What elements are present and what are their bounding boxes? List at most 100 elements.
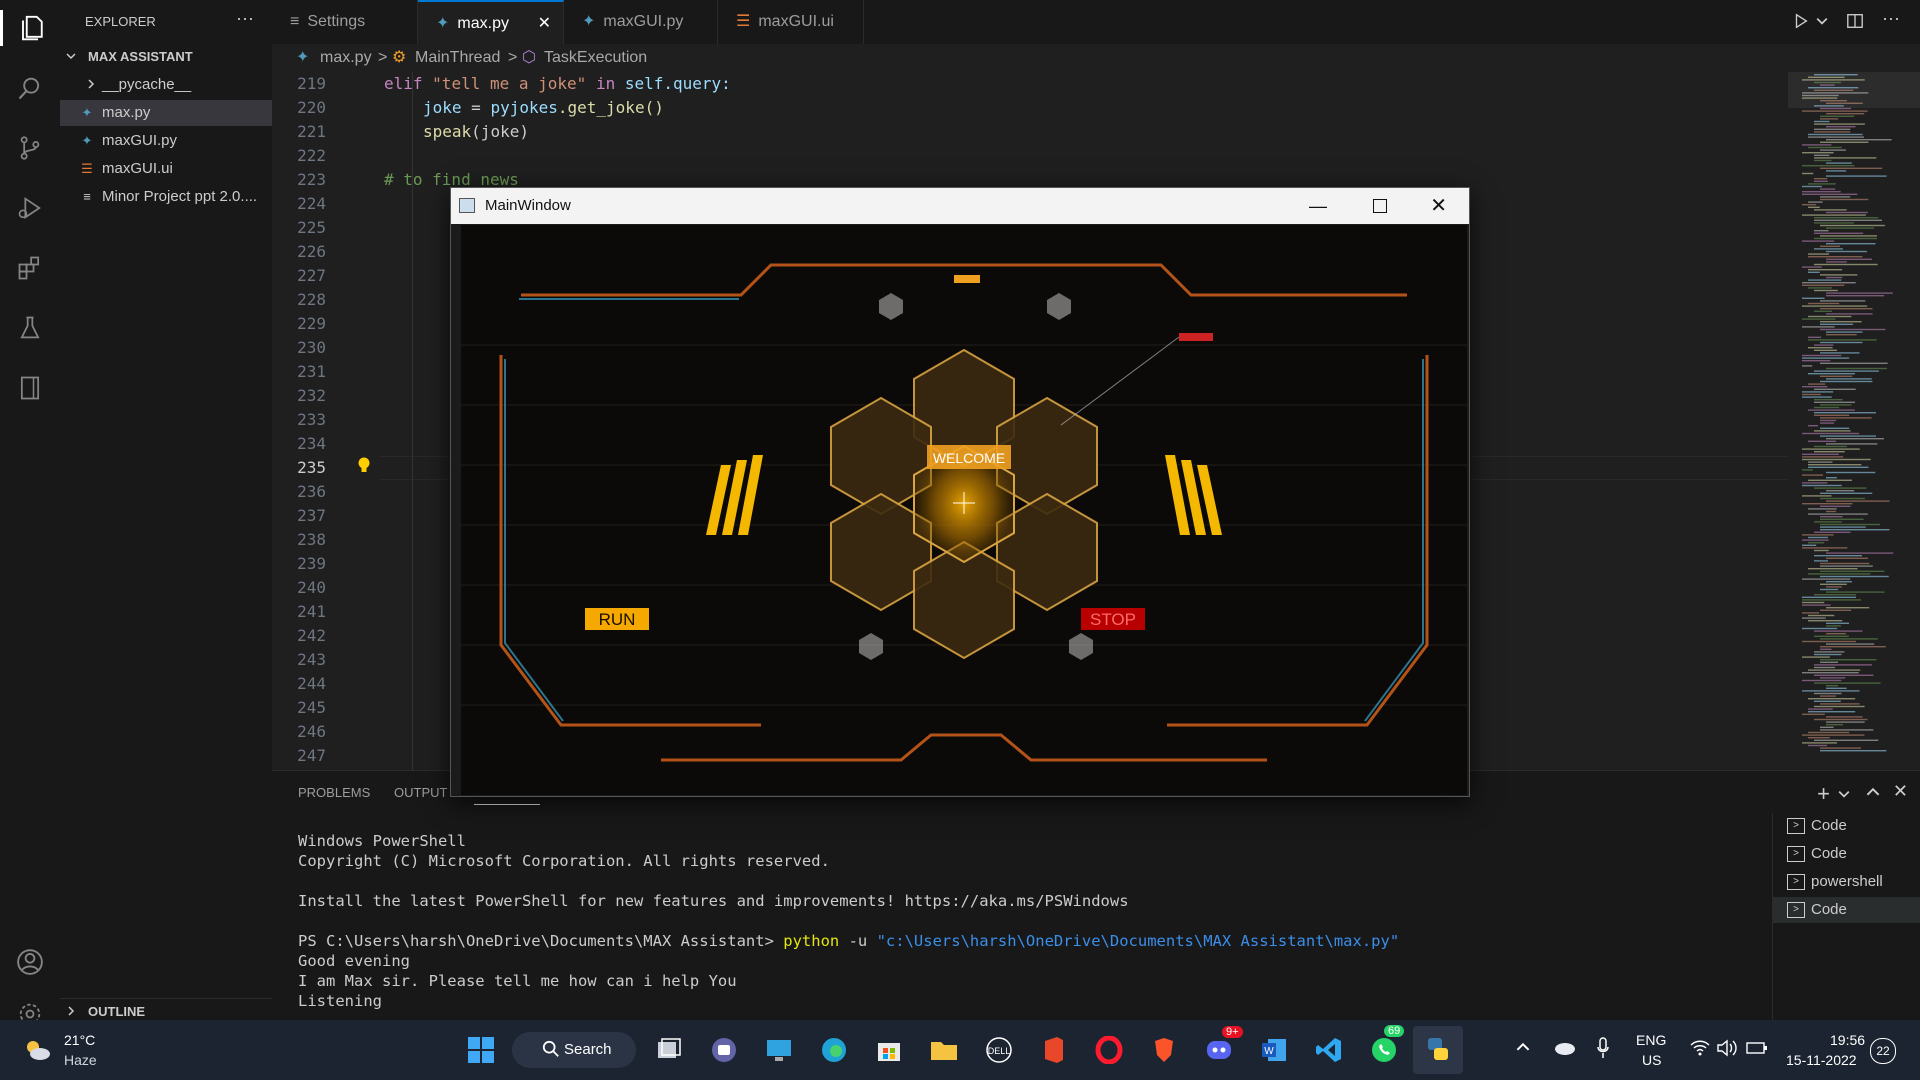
hud-graphic: WELCOME RUN STOP xyxy=(461,225,1467,795)
minimap[interactable] xyxy=(1788,72,1920,770)
tab-settings[interactable]: ≡ Settings xyxy=(272,0,418,44)
terminal-line: Windows PowerShell xyxy=(298,832,466,850)
language-label[interactable]: ENG xyxy=(1636,1032,1666,1048)
taskbar: 21°C Haze Search DELL 9+ W 69 ENG US 19:… xyxy=(0,1020,1920,1080)
bottom-panel: PROBLEMS OUTPUT TERMINAL JUPYTER DEBUG C… xyxy=(272,770,1920,1021)
line-number: 237 xyxy=(297,506,326,525)
breadcrumb-file[interactable]: max.py xyxy=(320,44,372,72)
window-title: MainWindow xyxy=(485,197,571,214)
source-control-icon[interactable] xyxy=(12,130,48,166)
breadcrumb-separator: > xyxy=(378,49,388,66)
explorer-icon[interactable] xyxy=(0,10,63,46)
tree-item-maxgui-py[interactable]: ✦ maxGUI.py xyxy=(60,128,272,154)
line-number: 234 xyxy=(297,434,326,453)
edge-browser-icon[interactable] xyxy=(815,1031,853,1069)
window-titlebar[interactable]: MainWindow — ✕ xyxy=(451,188,1469,224)
file-explorer-icon[interactable] xyxy=(925,1031,963,1069)
close-icon[interactable]: ✕ xyxy=(1430,188,1447,224)
vscode-icon[interactable] xyxy=(1310,1031,1348,1069)
terminal-icon: > xyxy=(1787,846,1805,863)
volume-icon[interactable] xyxy=(1716,1038,1738,1063)
python-app-button[interactable] xyxy=(1413,1026,1463,1074)
terminal-instance[interactable]: > Code xyxy=(1773,897,1920,923)
store-icon[interactable] xyxy=(870,1031,908,1069)
tab-maxgui-ui[interactable]: ☰ maxGUI.ui xyxy=(718,0,864,44)
line-number: 247 xyxy=(297,746,326,765)
region-label[interactable]: US xyxy=(1642,1052,1661,1068)
office-icon[interactable] xyxy=(1035,1031,1073,1069)
line-number: 228 xyxy=(297,290,326,309)
close-panel-icon[interactable]: ✕ xyxy=(1893,781,1908,802)
terminal-instance[interactable]: > powershell xyxy=(1773,869,1920,895)
window-app-icon xyxy=(459,198,475,213)
extensions-icon[interactable] xyxy=(12,250,48,286)
search-icon[interactable] xyxy=(12,70,48,106)
windows-start-icon[interactable] xyxy=(462,1031,500,1069)
class-icon: ⚙ xyxy=(392,49,407,66)
text-file-icon: ≡ xyxy=(83,189,91,204)
line-number: 241 xyxy=(297,602,326,621)
tree-item-ppt[interactable]: ≡ Minor Project ppt 2.0.... xyxy=(60,184,272,210)
terminal-list: > Code > Code > powershell > Code xyxy=(1772,813,1920,1021)
project-name: MAX ASSISTANT xyxy=(88,49,193,64)
account-icon[interactable] xyxy=(12,944,48,980)
teams-chat-icon[interactable] xyxy=(705,1031,743,1069)
opera-icon[interactable] xyxy=(1090,1031,1128,1069)
chevron-down-icon[interactable] xyxy=(1816,14,1828,32)
python-file-icon: ✦ xyxy=(436,15,450,32)
tree-item-max-py[interactable]: ✦ max.py xyxy=(60,100,272,126)
project-folder[interactable]: MAX ASSISTANT xyxy=(60,44,272,70)
wifi-icon[interactable] xyxy=(1690,1040,1710,1061)
close-tab-icon[interactable]: ✕ xyxy=(538,2,551,46)
search-box[interactable]: Search xyxy=(512,1032,636,1068)
clock-time[interactable]: 19:56 xyxy=(1830,1032,1865,1048)
terminal-instance[interactable]: > Code xyxy=(1773,841,1920,867)
chevron-right-icon xyxy=(86,72,102,98)
terminal-line: PS C:\Users\harsh\OneDrive\Documents\MAX… xyxy=(298,932,1400,950)
chevron-up-icon[interactable] xyxy=(1516,1040,1530,1059)
chevron-down-icon[interactable] xyxy=(1838,787,1850,805)
tab-output[interactable]: OUTPUT xyxy=(394,785,447,800)
notebook-icon[interactable] xyxy=(12,370,48,406)
hud-canvas: WELCOME RUN STOP xyxy=(461,225,1467,795)
more-actions-icon[interactable]: ··· xyxy=(236,8,254,29)
breadcrumb-class[interactable]: MainThread xyxy=(415,44,500,72)
tab-max-py[interactable]: ✦ max.py ✕ xyxy=(418,0,564,44)
onedrive-icon[interactable] xyxy=(1552,1038,1576,1061)
code-line: joke = pyjokes.get_joke() xyxy=(423,98,664,117)
notification-badge[interactable]: 22 xyxy=(1870,1038,1896,1064)
microphone-icon[interactable] xyxy=(1596,1036,1610,1065)
word-icon[interactable]: W xyxy=(1255,1031,1293,1069)
line-number: 226 xyxy=(297,242,326,261)
terminal-instance[interactable]: > Code xyxy=(1773,813,1920,839)
line-number: 221 xyxy=(297,122,326,141)
search-label: Search xyxy=(564,1041,612,1058)
breadcrumb-method[interactable]: TaskExecution xyxy=(544,44,647,72)
dell-icon[interactable]: DELL xyxy=(980,1031,1018,1069)
tab-maxgui-py[interactable]: ✦ maxGUI.py xyxy=(564,0,718,44)
battery-icon[interactable] xyxy=(1746,1040,1768,1061)
clock-date[interactable]: 15-11-2022 xyxy=(1786,1052,1857,1068)
split-editor-icon[interactable] xyxy=(1846,12,1864,35)
maximize-icon[interactable] xyxy=(1373,199,1387,213)
tree-item-label: maxGUI.py xyxy=(102,132,178,149)
weather-icon[interactable] xyxy=(18,1031,56,1069)
editor-more-icon[interactable]: ··· xyxy=(1882,8,1900,29)
minimize-icon[interactable]: — xyxy=(1309,188,1327,224)
new-terminal-icon[interactable]: + xyxy=(1817,781,1830,807)
lightbulb-icon[interactable] xyxy=(357,456,371,478)
tree-item-pycache[interactable]: __pycache__ xyxy=(60,72,272,98)
brave-icon[interactable] xyxy=(1145,1031,1183,1069)
run-debug-icon[interactable] xyxy=(12,190,48,226)
line-number: 230 xyxy=(297,338,326,357)
weather-desc: Haze xyxy=(64,1052,97,1068)
terminal-line: Install the latest PowerShell for new fe… xyxy=(298,892,1129,910)
tree-item-maxgui-ui[interactable]: ☰ maxGUI.ui xyxy=(60,156,272,182)
testing-icon[interactable] xyxy=(12,310,48,346)
task-view-icon[interactable] xyxy=(650,1031,688,1069)
maximize-panel-icon[interactable] xyxy=(1866,785,1880,804)
line-number: 220 xyxy=(297,98,326,117)
tab-problems[interactable]: PROBLEMS xyxy=(298,785,370,800)
desktop-app-icon[interactable] xyxy=(760,1031,798,1069)
run-file-icon[interactable] xyxy=(1792,12,1810,35)
